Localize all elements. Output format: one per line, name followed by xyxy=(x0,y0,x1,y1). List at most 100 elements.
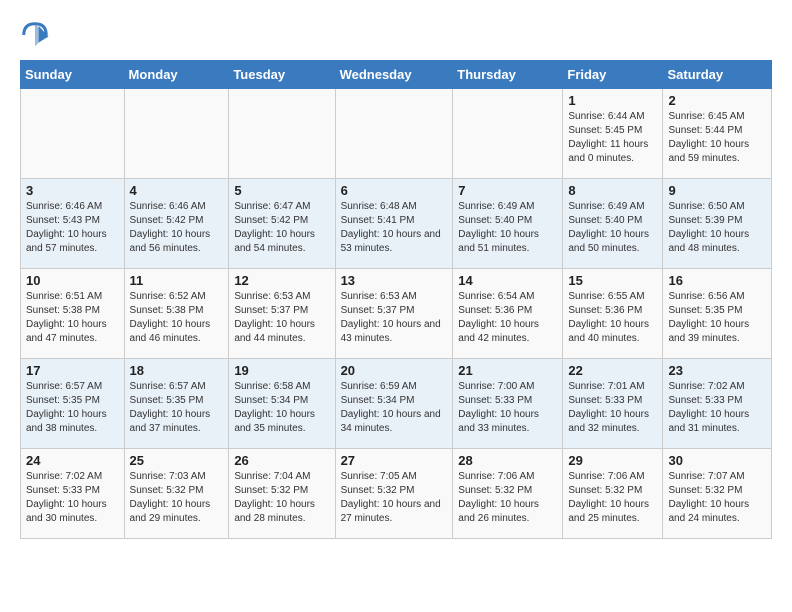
sunrise-text: Sunrise: 6:49 AM xyxy=(568,201,644,212)
sunset-text: Sunset: 5:33 PM xyxy=(568,395,642,406)
sunrise-text: Sunrise: 6:48 AM xyxy=(341,201,417,212)
day-number: 14 xyxy=(458,273,557,288)
day-info: Sunrise: 6:45 AM Sunset: 5:44 PM Dayligh… xyxy=(668,110,766,166)
day-info: Sunrise: 6:44 AM Sunset: 5:45 PM Dayligh… xyxy=(568,110,657,166)
day-info: Sunrise: 7:06 AM Sunset: 5:32 PM Dayligh… xyxy=(458,470,557,526)
daylight-text: Daylight: 10 hours and 43 minutes. xyxy=(341,319,441,344)
day-info: Sunrise: 6:47 AM Sunset: 5:42 PM Dayligh… xyxy=(234,200,329,256)
sunrise-text: Sunrise: 6:46 AM xyxy=(130,201,206,212)
day-info: Sunrise: 6:50 AM Sunset: 5:39 PM Dayligh… xyxy=(668,200,766,256)
sunset-text: Sunset: 5:33 PM xyxy=(458,395,532,406)
sunset-text: Sunset: 5:35 PM xyxy=(26,395,100,406)
sunset-text: Sunset: 5:32 PM xyxy=(668,485,742,496)
calendar-week-row: 17 Sunrise: 6:57 AM Sunset: 5:35 PM Dayl… xyxy=(21,359,772,449)
day-info: Sunrise: 6:56 AM Sunset: 5:35 PM Dayligh… xyxy=(668,290,766,346)
day-number: 16 xyxy=(668,273,766,288)
sunrise-text: Sunrise: 6:57 AM xyxy=(130,381,206,392)
calendar-cell: 14 Sunrise: 6:54 AM Sunset: 5:36 PM Dayl… xyxy=(453,269,563,359)
sunrise-text: Sunrise: 6:56 AM xyxy=(668,291,744,302)
sunset-text: Sunset: 5:33 PM xyxy=(26,485,100,496)
sunrise-text: Sunrise: 6:50 AM xyxy=(668,201,744,212)
calendar-cell: 29 Sunrise: 7:06 AM Sunset: 5:32 PM Dayl… xyxy=(563,449,663,539)
calendar-cell: 28 Sunrise: 7:06 AM Sunset: 5:32 PM Dayl… xyxy=(453,449,563,539)
day-info: Sunrise: 7:02 AM Sunset: 5:33 PM Dayligh… xyxy=(668,380,766,436)
daylight-text: Daylight: 10 hours and 28 minutes. xyxy=(234,499,315,524)
sunrise-text: Sunrise: 7:06 AM xyxy=(568,471,644,482)
calendar-cell: 18 Sunrise: 6:57 AM Sunset: 5:35 PM Dayl… xyxy=(124,359,229,449)
day-number: 2 xyxy=(668,93,766,108)
header-sunday: Sunday xyxy=(21,61,125,89)
day-info: Sunrise: 6:49 AM Sunset: 5:40 PM Dayligh… xyxy=(568,200,657,256)
day-number: 3 xyxy=(26,183,119,198)
sunset-text: Sunset: 5:44 PM xyxy=(668,125,742,136)
day-number: 6 xyxy=(341,183,448,198)
sunset-text: Sunset: 5:35 PM xyxy=(668,305,742,316)
daylight-text: Daylight: 10 hours and 57 minutes. xyxy=(26,229,107,254)
daylight-text: Daylight: 10 hours and 27 minutes. xyxy=(341,499,441,524)
logo-icon xyxy=(20,20,50,50)
daylight-text: Daylight: 10 hours and 31 minutes. xyxy=(668,409,749,434)
sunset-text: Sunset: 5:36 PM xyxy=(458,305,532,316)
calendar-cell: 26 Sunrise: 7:04 AM Sunset: 5:32 PM Dayl… xyxy=(229,449,335,539)
calendar-cell: 20 Sunrise: 6:59 AM Sunset: 5:34 PM Dayl… xyxy=(335,359,453,449)
header-saturday: Saturday xyxy=(663,61,772,89)
daylight-text: Daylight: 10 hours and 50 minutes. xyxy=(568,229,649,254)
day-number: 17 xyxy=(26,363,119,378)
sunrise-text: Sunrise: 6:57 AM xyxy=(26,381,102,392)
day-number: 19 xyxy=(234,363,329,378)
sunset-text: Sunset: 5:38 PM xyxy=(26,305,100,316)
sunset-text: Sunset: 5:34 PM xyxy=(341,395,415,406)
day-info: Sunrise: 7:02 AM Sunset: 5:33 PM Dayligh… xyxy=(26,470,119,526)
day-info: Sunrise: 7:07 AM Sunset: 5:32 PM Dayligh… xyxy=(668,470,766,526)
calendar-cell xyxy=(21,89,125,179)
sunrise-text: Sunrise: 6:54 AM xyxy=(458,291,534,302)
daylight-text: Daylight: 10 hours and 25 minutes. xyxy=(568,499,649,524)
calendar-cell: 7 Sunrise: 6:49 AM Sunset: 5:40 PM Dayli… xyxy=(453,179,563,269)
calendar-cell: 11 Sunrise: 6:52 AM Sunset: 5:38 PM Dayl… xyxy=(124,269,229,359)
calendar-header-row: Sunday Monday Tuesday Wednesday Thursday… xyxy=(21,61,772,89)
daylight-text: Daylight: 10 hours and 51 minutes. xyxy=(458,229,539,254)
daylight-text: Daylight: 10 hours and 42 minutes. xyxy=(458,319,539,344)
day-info: Sunrise: 6:46 AM Sunset: 5:42 PM Dayligh… xyxy=(130,200,224,256)
daylight-text: Daylight: 10 hours and 54 minutes. xyxy=(234,229,315,254)
calendar-cell: 17 Sunrise: 6:57 AM Sunset: 5:35 PM Dayl… xyxy=(21,359,125,449)
sunrise-text: Sunrise: 7:02 AM xyxy=(26,471,102,482)
calendar-week-row: 24 Sunrise: 7:02 AM Sunset: 5:33 PM Dayl… xyxy=(21,449,772,539)
day-info: Sunrise: 6:59 AM Sunset: 5:34 PM Dayligh… xyxy=(341,380,448,436)
day-number: 9 xyxy=(668,183,766,198)
day-number: 21 xyxy=(458,363,557,378)
calendar-cell: 22 Sunrise: 7:01 AM Sunset: 5:33 PM Dayl… xyxy=(563,359,663,449)
day-number: 8 xyxy=(568,183,657,198)
header-tuesday: Tuesday xyxy=(229,61,335,89)
day-number: 23 xyxy=(668,363,766,378)
daylight-text: Daylight: 10 hours and 38 minutes. xyxy=(26,409,107,434)
day-info: Sunrise: 6:53 AM Sunset: 5:37 PM Dayligh… xyxy=(341,290,448,346)
day-info: Sunrise: 6:53 AM Sunset: 5:37 PM Dayligh… xyxy=(234,290,329,346)
daylight-text: Daylight: 10 hours and 53 minutes. xyxy=(341,229,441,254)
day-number: 29 xyxy=(568,453,657,468)
day-number: 30 xyxy=(668,453,766,468)
day-number: 24 xyxy=(26,453,119,468)
day-info: Sunrise: 6:57 AM Sunset: 5:35 PM Dayligh… xyxy=(130,380,224,436)
header-friday: Friday xyxy=(563,61,663,89)
sunrise-text: Sunrise: 6:51 AM xyxy=(26,291,102,302)
daylight-text: Daylight: 10 hours and 29 minutes. xyxy=(130,499,211,524)
sunrise-text: Sunrise: 6:53 AM xyxy=(341,291,417,302)
calendar-cell: 23 Sunrise: 7:02 AM Sunset: 5:33 PM Dayl… xyxy=(663,359,772,449)
daylight-text: Daylight: 10 hours and 24 minutes. xyxy=(668,499,749,524)
day-number: 15 xyxy=(568,273,657,288)
day-number: 25 xyxy=(130,453,224,468)
header-wednesday: Wednesday xyxy=(335,61,453,89)
logo xyxy=(20,20,54,50)
day-number: 18 xyxy=(130,363,224,378)
day-number: 4 xyxy=(130,183,224,198)
day-number: 5 xyxy=(234,183,329,198)
day-number: 20 xyxy=(341,363,448,378)
sunrise-text: Sunrise: 7:07 AM xyxy=(668,471,744,482)
sunset-text: Sunset: 5:32 PM xyxy=(341,485,415,496)
daylight-text: Daylight: 10 hours and 26 minutes. xyxy=(458,499,539,524)
calendar-cell: 9 Sunrise: 6:50 AM Sunset: 5:39 PM Dayli… xyxy=(663,179,772,269)
daylight-text: Daylight: 10 hours and 35 minutes. xyxy=(234,409,315,434)
day-info: Sunrise: 6:54 AM Sunset: 5:36 PM Dayligh… xyxy=(458,290,557,346)
day-number: 7 xyxy=(458,183,557,198)
